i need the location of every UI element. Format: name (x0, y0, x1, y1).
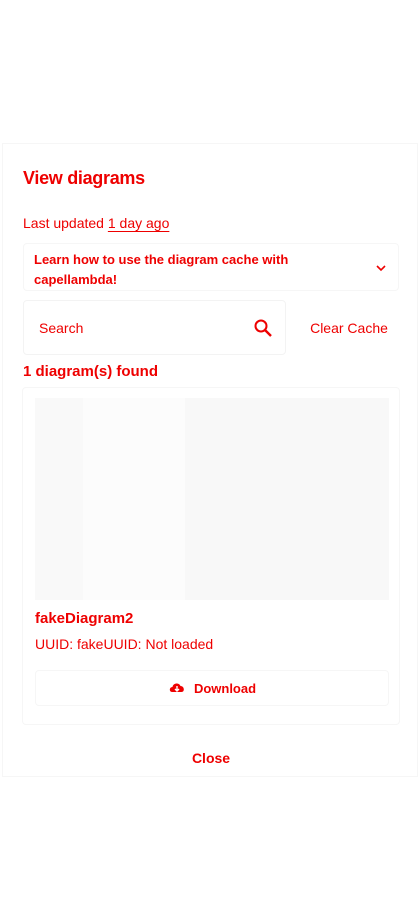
chevron-down-icon (376, 265, 386, 272)
diagram-name: fakeDiagram2 (35, 610, 134, 627)
download-button[interactable]: Download (35, 670, 389, 706)
search-field (23, 300, 286, 355)
last-updated-prefix: Last updated (23, 215, 108, 231)
learn-more-text: Learn how to use the diagram cache with … (34, 252, 289, 287)
preview-placeholder-left (35, 398, 83, 600)
last-updated-ago: 1 day ago (107, 215, 170, 231)
preview-placeholder-right (185, 398, 389, 600)
dialog-title: View diagrams (23, 168, 145, 188)
search-input[interactable] (25, 302, 245, 353)
diagram-count: 1 diagram(s) found (23, 363, 159, 380)
clear-cache-button[interactable]: Clear Cache (299, 300, 399, 355)
search-icon[interactable] (253, 318, 273, 338)
diagram-uuid: UUID: fakeUUID: Not loaded (35, 636, 214, 652)
view-diagrams-dialog: View diagrams Last updated 1 day ago Lea… (2, 143, 418, 777)
download-label: Download (193, 680, 257, 696)
close-button[interactable]: Close (3, 750, 419, 766)
last-updated-text: Last updated 1 day ago (23, 215, 169, 231)
diagram-card: fakeDiagram2 UUID: fakeUUID: Not loaded … (22, 387, 400, 725)
download-icon (169, 683, 184, 692)
learn-more-expander[interactable]: Learn how to use the diagram cache with … (23, 243, 399, 291)
diagram-preview (35, 398, 389, 600)
